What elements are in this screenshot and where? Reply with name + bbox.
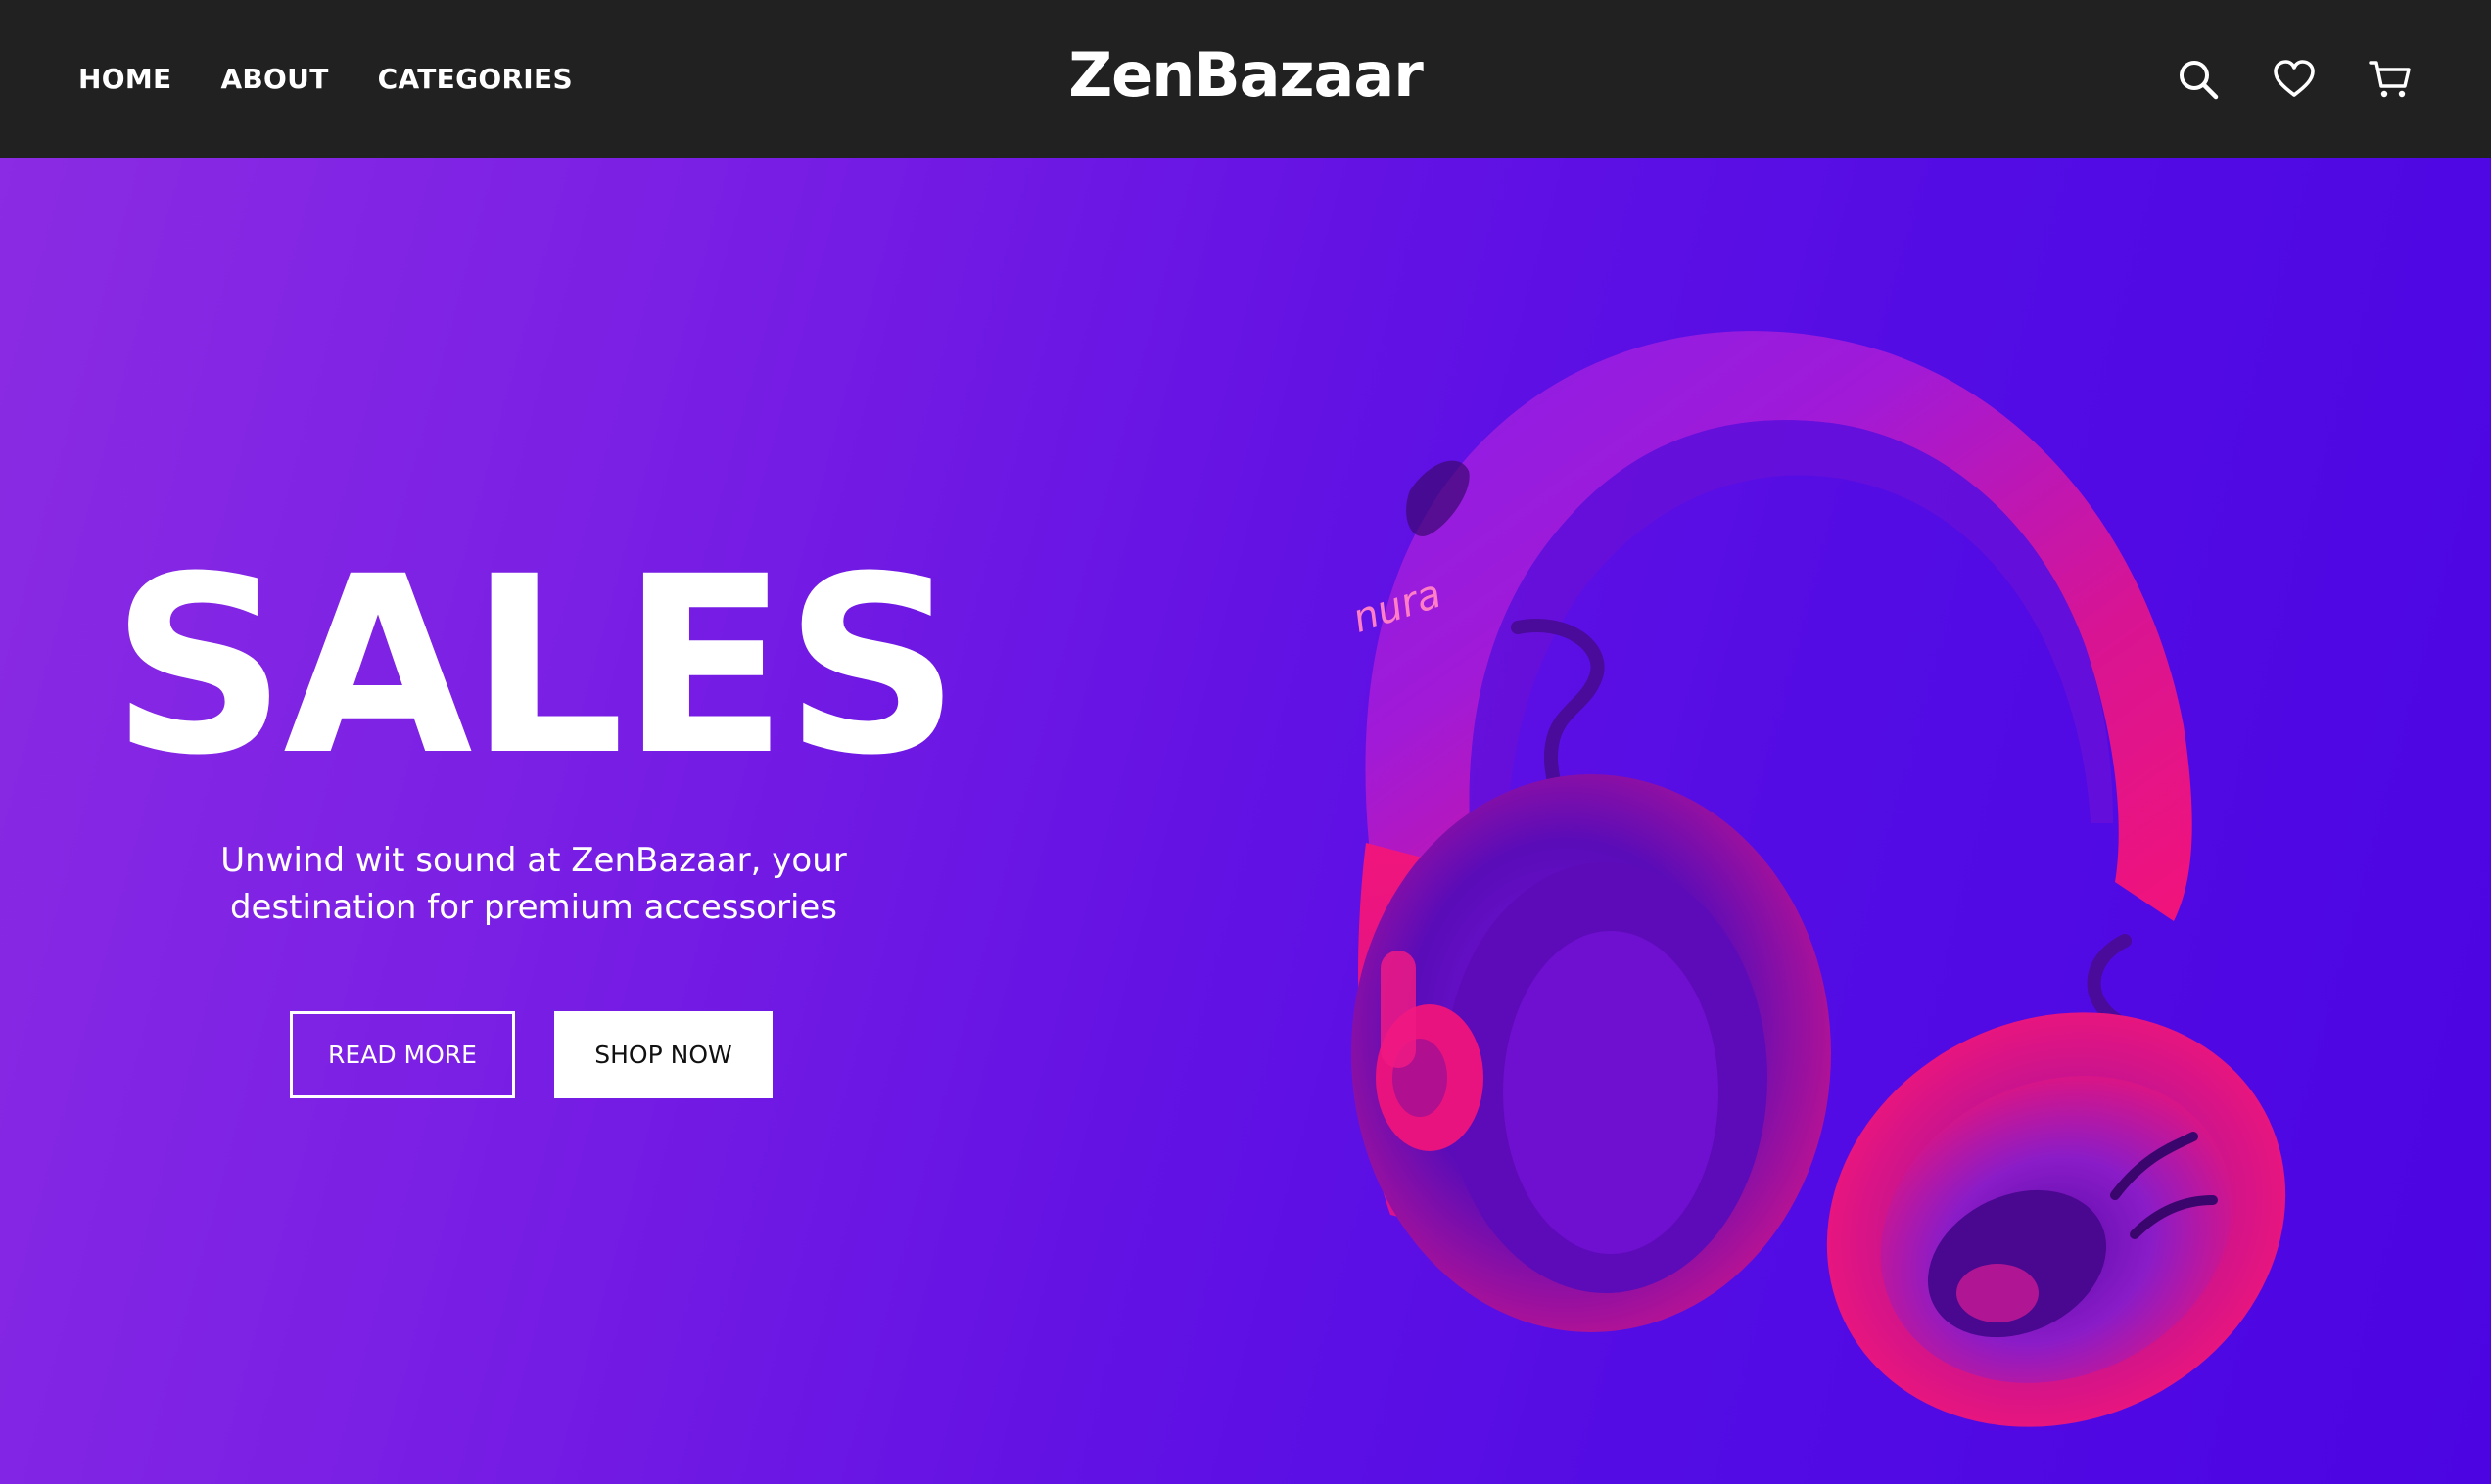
- hero-subtitle: Unwind wit sound at ZenBazaar, your dest…: [215, 837, 852, 931]
- hero-subtitle-line-2: destination for premium accessories: [229, 888, 838, 927]
- nav-link-about[interactable]: ABOUT: [220, 63, 328, 95]
- shop-now-button[interactable]: SHOP NOW: [554, 1011, 773, 1098]
- hero-title: SALES: [111, 524, 961, 809]
- main-nav: HOME ABOUT CATEGORIES: [78, 0, 573, 158]
- cart-icon[interactable]: [2368, 57, 2413, 102]
- hero-subtitle-line-1: Unwind wit sound at ZenBazaar, your: [220, 841, 847, 880]
- top-navbar: HOME ABOUT CATEGORIES ZenBazaar: [0, 0, 2491, 158]
- nav-link-home[interactable]: HOME: [78, 63, 171, 95]
- heart-icon[interactable]: [2272, 57, 2317, 102]
- nav-link-categories[interactable]: CATEGORIES: [378, 63, 573, 95]
- nav-icon-group: [2176, 0, 2413, 158]
- hero-banner: SALES Unwind wit sound at ZenBazaar, you…: [0, 158, 2491, 1484]
- headphones-image: nura: [1347, 331, 2286, 1427]
- read-more-button[interactable]: READ MORE: [290, 1011, 515, 1098]
- search-icon[interactable]: [2176, 57, 2221, 102]
